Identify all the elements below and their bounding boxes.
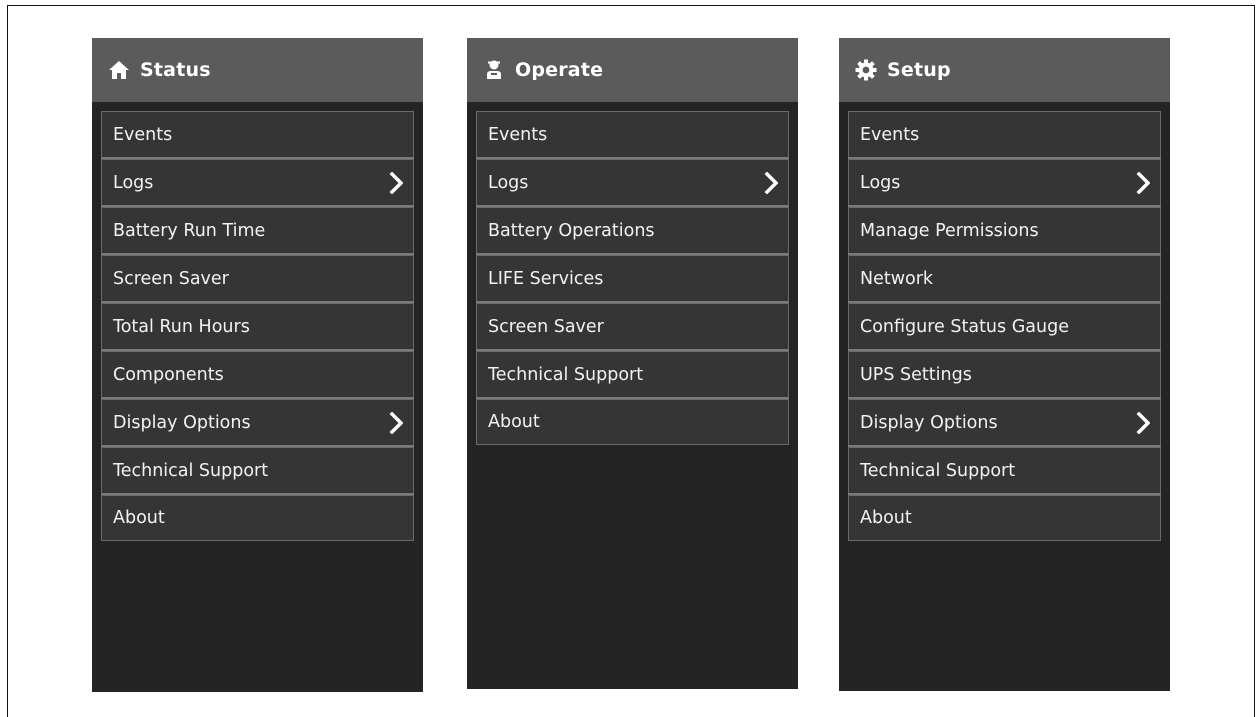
menu-item-technical-support[interactable]: Technical Support	[476, 351, 789, 399]
chevron-right-icon	[1136, 171, 1150, 194]
setup-panel-title: Setup	[887, 59, 951, 81]
menu-item-manage-permissions[interactable]: Manage Permissions	[848, 207, 1161, 255]
menu-item-components[interactable]: Components	[101, 351, 414, 399]
menu-item-network[interactable]: Network	[848, 255, 1161, 303]
menu-item-about[interactable]: About	[848, 495, 1161, 541]
menu-item-label: Logs	[488, 172, 529, 193]
operator-icon	[483, 59, 505, 81]
menu-item-logs[interactable]: Logs	[101, 159, 414, 207]
menu-item-battery-operations[interactable]: Battery Operations	[476, 207, 789, 255]
menu-item-label: UPS Settings	[860, 364, 972, 385]
menu-item-ups-settings[interactable]: UPS Settings	[848, 351, 1161, 399]
menu-item-display-options[interactable]: Display Options	[101, 399, 414, 447]
menu-item-label: Battery Run Time	[113, 220, 266, 241]
menu-item-label: Logs	[113, 172, 154, 193]
menu-item-total-run-hours[interactable]: Total Run Hours	[101, 303, 414, 351]
operate-panel-header: Operate	[467, 38, 798, 102]
status-panel-header: Status	[92, 38, 423, 102]
menu-item-label: Battery Operations	[488, 220, 655, 241]
menu-item-about[interactable]: About	[101, 495, 414, 541]
menu-item-label: Screen Saver	[488, 316, 604, 337]
menu-item-label: About	[488, 412, 540, 432]
menu-item-label: Manage Permissions	[860, 220, 1039, 241]
menu-item-label: Display Options	[860, 412, 998, 433]
status-panel: Status Events Logs Battery Run Time Scre…	[92, 38, 423, 692]
menu-item-label: Network	[860, 268, 934, 289]
menu-item-label: Technical Support	[488, 364, 644, 385]
status-panel-title: Status	[140, 59, 211, 81]
menu-item-label: Total Run Hours	[113, 316, 250, 337]
menu-item-events[interactable]: Events	[101, 111, 414, 159]
operate-menu: Events Logs Battery Operations LIFE Serv…	[476, 111, 789, 445]
chevron-right-icon	[1136, 411, 1150, 434]
menu-item-label: About	[113, 508, 165, 528]
menu-item-events[interactable]: Events	[848, 111, 1161, 159]
menu-item-logs[interactable]: Logs	[848, 159, 1161, 207]
setup-panel-header: Setup	[839, 38, 1170, 102]
menu-item-label: Configure Status Gauge	[860, 316, 1069, 337]
menu-item-technical-support[interactable]: Technical Support	[848, 447, 1161, 495]
menu-item-life-services[interactable]: LIFE Services	[476, 255, 789, 303]
menu-item-label: Display Options	[113, 412, 251, 433]
menu-item-label: LIFE Services	[488, 268, 604, 289]
menu-item-screen-saver[interactable]: Screen Saver	[476, 303, 789, 351]
menu-item-battery-run-time[interactable]: Battery Run Time	[101, 207, 414, 255]
menu-item-events[interactable]: Events	[476, 111, 789, 159]
operate-panel: Operate Events Logs Battery Operations L…	[467, 38, 798, 689]
operate-panel-title: Operate	[515, 59, 604, 81]
menu-item-about[interactable]: About	[476, 399, 789, 445]
menu-item-display-options[interactable]: Display Options	[848, 399, 1161, 447]
chevron-right-icon	[764, 171, 778, 194]
menu-item-screen-saver[interactable]: Screen Saver	[101, 255, 414, 303]
menu-item-technical-support[interactable]: Technical Support	[101, 447, 414, 495]
menu-item-logs[interactable]: Logs	[476, 159, 789, 207]
menu-item-label: Technical Support	[113, 460, 269, 481]
setup-panel: Setup Events Logs Manage Permissions Net…	[839, 38, 1170, 691]
menu-item-label: Logs	[860, 172, 901, 193]
menu-item-label: Events	[860, 124, 920, 145]
setup-menu: Events Logs Manage Permissions Network C…	[848, 111, 1161, 541]
menu-item-label: About	[860, 508, 912, 528]
gear-icon	[855, 59, 877, 81]
menu-item-configure-status-gauge[interactable]: Configure Status Gauge	[848, 303, 1161, 351]
home-icon	[108, 59, 130, 81]
chevron-right-icon	[389, 411, 403, 434]
menu-item-label: Events	[113, 124, 173, 145]
menu-item-label: Technical Support	[860, 460, 1016, 481]
chevron-right-icon	[389, 171, 403, 194]
menu-item-label: Screen Saver	[113, 268, 229, 289]
menu-item-label: Events	[488, 124, 548, 145]
menu-item-label: Components	[113, 364, 224, 385]
status-menu: Events Logs Battery Run Time Screen Save…	[101, 111, 414, 541]
